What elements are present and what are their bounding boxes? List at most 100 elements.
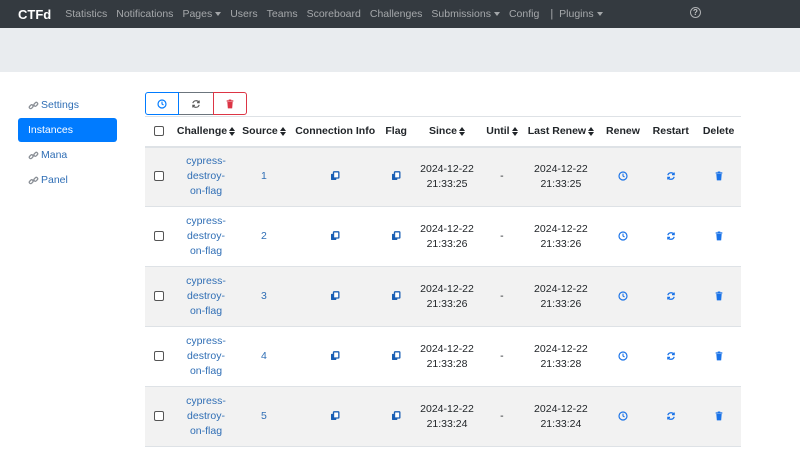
challenge-link[interactable]: cypress- destroy- on-flag xyxy=(173,327,238,387)
nav-submissions[interactable]: Submissions xyxy=(431,8,500,20)
sync-icon[interactable] xyxy=(666,231,676,241)
source-value: 3 xyxy=(261,290,267,302)
trash-icon[interactable] xyxy=(714,411,724,421)
nav-users[interactable]: Users xyxy=(230,8,257,20)
trash-icon[interactable] xyxy=(714,291,724,301)
copy-icon[interactable] xyxy=(391,171,401,181)
row-checkbox[interactable] xyxy=(154,351,165,362)
sync-icon[interactable] xyxy=(666,411,676,421)
sync-icon[interactable] xyxy=(666,291,676,301)
copy-icon[interactable] xyxy=(330,351,340,361)
flag-cell xyxy=(381,207,412,267)
source-link[interactable]: 5 xyxy=(239,387,290,447)
nav-pages[interactable]: Pages xyxy=(182,8,222,20)
delete-cell xyxy=(696,147,741,207)
source-link[interactable]: 2 xyxy=(239,207,290,267)
nav-scoreboard[interactable]: Scoreboard xyxy=(307,8,361,20)
until-value: - xyxy=(500,230,504,242)
last-renew-time: 21:33:25 xyxy=(540,177,582,190)
copy-icon[interactable] xyxy=(391,291,401,301)
copy-icon[interactable] xyxy=(391,231,401,241)
nav-scoreboard-label: Scoreboard xyxy=(306,8,361,20)
challenge-link[interactable]: cypress- destroy- on-flag xyxy=(173,207,238,267)
challenge-name-part: cypress- xyxy=(186,275,226,287)
row-checkbox[interactable] xyxy=(154,291,165,302)
col-challenge-label: Challenge xyxy=(176,125,228,138)
until-cell: - xyxy=(483,147,522,207)
source-link[interactable]: 4 xyxy=(239,327,290,387)
clock-icon[interactable] xyxy=(618,411,628,421)
nav-config[interactable]: Config xyxy=(509,8,539,20)
nav-challenges[interactable]: Challenges xyxy=(370,8,423,20)
since-time: 21:33:26 xyxy=(426,297,468,310)
sidebar-item-mana[interactable]: Mana xyxy=(18,143,117,167)
clock-icon[interactable] xyxy=(618,351,628,361)
select-all-checkbox[interactable] xyxy=(154,126,165,137)
trash-icon[interactable] xyxy=(714,171,724,181)
challenge-name-part: cypress- xyxy=(186,335,226,347)
last-renew-cell: 2024-12-22 21:33:25 xyxy=(521,147,600,207)
since-cell: 2024-12-22 21:33:24 xyxy=(411,387,482,447)
col-source[interactable]: Source xyxy=(239,117,290,147)
since-cell: 2024-12-22 21:33:26 xyxy=(411,267,482,327)
nav-notifications[interactable]: Notifications xyxy=(116,8,173,20)
challenge-name-part: destroy- xyxy=(187,290,225,302)
col-source-label: Source xyxy=(242,125,278,138)
clock-icon[interactable] xyxy=(618,291,628,301)
challenge-link[interactable]: cypress- destroy- on-flag xyxy=(173,387,238,447)
challenge-link[interactable]: cypress- destroy- on-flag xyxy=(173,147,238,207)
sort-icon xyxy=(279,126,286,136)
row-checkbox[interactable] xyxy=(154,411,165,422)
sidebar-item-label: Instances xyxy=(28,124,73,136)
col-until[interactable]: Until xyxy=(483,117,522,147)
nav-statistics[interactable]: Statistics xyxy=(65,8,107,20)
table-row: cypress- destroy- on-flag 4 2024-12-22 2… xyxy=(145,327,741,387)
col-since[interactable]: Since xyxy=(411,117,482,147)
bulk-action-buttons xyxy=(145,92,247,115)
sync-icon[interactable] xyxy=(666,171,676,181)
row-checkbox[interactable] xyxy=(154,231,165,242)
since-time: 21:33:26 xyxy=(426,237,468,250)
since-date: 2024-12-22 xyxy=(420,222,474,235)
nav-plugins-label: Plugins xyxy=(559,8,594,20)
col-last-renew[interactable]: Last Renew xyxy=(521,117,600,147)
sidebar-item-settings[interactable]: Settings xyxy=(18,93,117,117)
trash-icon[interactable] xyxy=(714,351,724,361)
bulk-restart-button[interactable] xyxy=(179,92,213,115)
sidebar: Settings Instances Mana Panel xyxy=(18,93,117,193)
sync-icon[interactable] xyxy=(666,351,676,361)
row-select-cell xyxy=(145,387,173,447)
last-renew-time: 21:33:24 xyxy=(540,417,582,430)
since-date: 2024-12-22 xyxy=(420,282,474,295)
challenge-name-part: on-flag xyxy=(189,185,223,198)
copy-icon[interactable] xyxy=(391,351,401,361)
challenge-name-part: on-flag xyxy=(189,305,223,317)
bulk-renew-button[interactable] xyxy=(145,92,179,115)
bulk-delete-button[interactable] xyxy=(213,92,247,115)
copy-icon[interactable] xyxy=(391,411,401,421)
clock-icon[interactable] xyxy=(618,231,628,241)
challenge-name-part: destroy- xyxy=(187,350,225,362)
copy-icon[interactable] xyxy=(330,231,340,241)
last-renew-time: 21:33:26 xyxy=(540,237,582,250)
question-circle-icon[interactable]: ? xyxy=(690,7,701,18)
nav-plugins[interactable]: Plugins xyxy=(559,8,603,20)
sidebar-item-panel[interactable]: Panel xyxy=(18,168,117,192)
brand-logo[interactable]: CTFd xyxy=(18,7,51,22)
copy-icon[interactable] xyxy=(330,291,340,301)
clock-icon[interactable] xyxy=(618,171,628,182)
challenge-link[interactable]: cypress- destroy- on-flag xyxy=(173,267,238,327)
source-link[interactable]: 3 xyxy=(239,267,290,327)
chevron-down-icon xyxy=(215,12,222,16)
col-challenge[interactable]: Challenge xyxy=(173,117,238,147)
source-link[interactable]: 1 xyxy=(239,147,290,207)
nav-teams[interactable]: Teams xyxy=(267,8,298,20)
copy-icon[interactable] xyxy=(330,171,340,181)
sidebar-item-instances[interactable]: Instances xyxy=(18,118,117,142)
top-navbar: CTFd Statistics Notifications Pages User… xyxy=(0,0,800,28)
row-checkbox[interactable] xyxy=(154,171,165,182)
copy-icon[interactable] xyxy=(330,411,340,421)
trash-icon[interactable] xyxy=(714,231,724,241)
row-select-cell xyxy=(145,267,173,327)
sidebar-item-label: Settings xyxy=(41,99,79,111)
